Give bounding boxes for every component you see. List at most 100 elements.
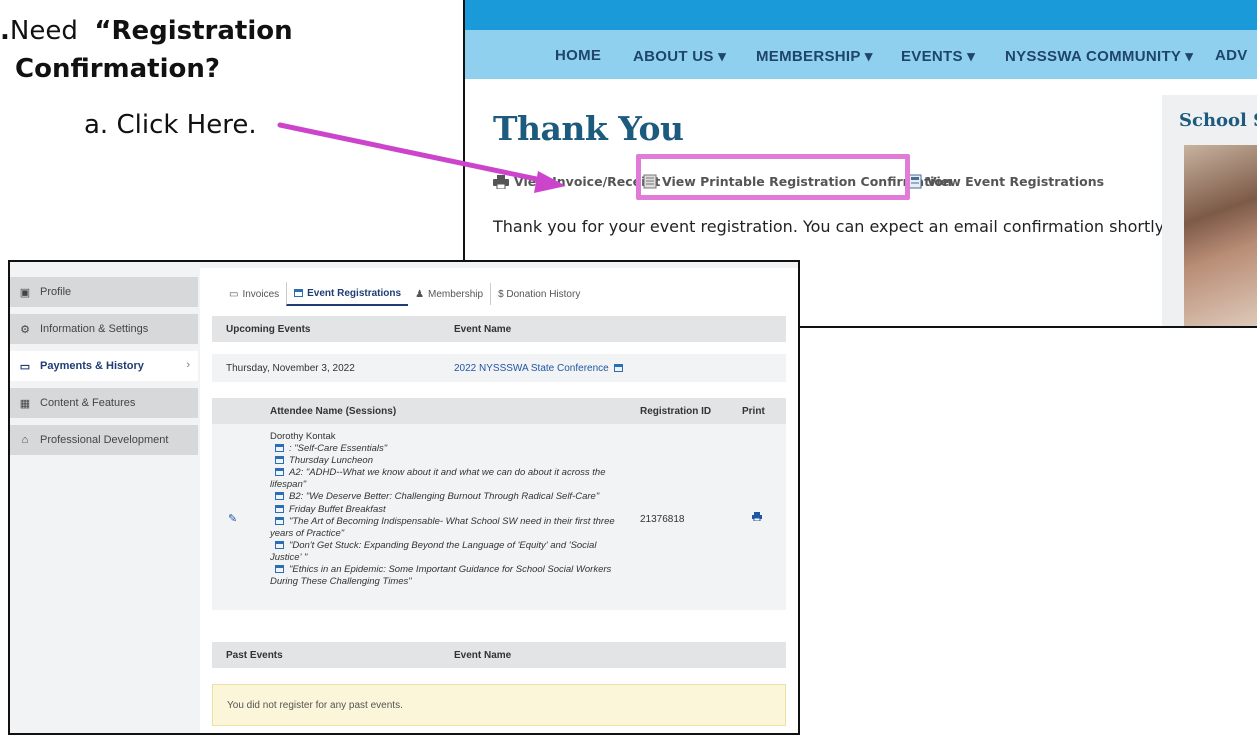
session-label: B2: "We Deserve Better: Challenging Burn… <box>289 491 600 503</box>
past-events-header: Past Events Event Name <box>212 642 786 668</box>
highlight-box <box>636 154 910 200</box>
top-band <box>465 0 1257 30</box>
money-icon: ▭ <box>19 360 31 373</box>
nav-advocacy[interactable]: ADV <box>1215 47 1248 64</box>
graduation-cap-icon: ⌂ <box>21 434 29 446</box>
calendar-icon <box>275 468 284 477</box>
calendar-icon <box>275 444 284 453</box>
calendar-icon <box>275 565 284 574</box>
upcoming-events-col: Upcoming Events <box>226 324 311 335</box>
page-title: Thank You <box>493 109 684 148</box>
edit-pencil-icon[interactable]: ✎ <box>228 512 237 525</box>
session-label: A2: "ADHD--What we know about it and wha… <box>270 467 606 491</box>
bullet-dot: . <box>0 16 10 46</box>
session-label: Friday Buffet Breakfast <box>289 503 386 515</box>
attendee-name: Dorothy Kontak <box>270 431 336 442</box>
print-col: Print <box>742 406 765 417</box>
tab-donation-history[interactable]: $ Donation History <box>490 283 587 305</box>
sidebar-item-profile[interactable]: ▣ Profile <box>10 277 198 307</box>
instruction-line-2: Confirmation? <box>15 54 220 84</box>
session-item: "The Art of Becoming Indispensable- What… <box>270 516 620 540</box>
attendee-name-col: Attendee Name (Sessions) <box>270 406 397 417</box>
event-name-col: Event Name <box>454 324 512 335</box>
sidebar-title: School S <box>1179 110 1257 131</box>
calendar-icon <box>275 456 284 465</box>
calendar-icon <box>275 492 284 501</box>
nav-community[interactable]: NYSSSWA COMMUNITY ▾ <box>1005 47 1193 65</box>
nav-events[interactable]: EVENTS ▾ <box>901 47 975 65</box>
session-label: "Ethics in an Epidemic: Some Important G… <box>270 564 612 588</box>
printer-icon <box>493 174 509 189</box>
invoice-icon: ▭ <box>229 288 239 300</box>
upcoming-events-header: Upcoming Events Event Name <box>212 316 786 342</box>
calendar-icon <box>294 289 304 297</box>
account-sidebar: ▣ Profile ⚙ Information & Settings ▭ Pay… <box>10 277 198 462</box>
gears-icon: ⚙ <box>20 323 30 336</box>
sidebar-item-information-settings[interactable]: ⚙ Information & Settings <box>10 314 198 344</box>
registration-icon <box>908 174 922 189</box>
session-item: A2: "ADHD--What we know about it and wha… <box>270 467 620 491</box>
instruction-line-1: .Need “Registration <box>0 16 293 46</box>
sidebar-item-professional-development[interactable]: ⌂ Professional Development <box>10 425 198 455</box>
sidebar-item-label: Content & Features <box>40 397 136 409</box>
tab-membership[interactable]: ♟ Membership <box>408 283 490 305</box>
tab-label: Membership <box>428 288 484 300</box>
chevron-right-icon: › <box>186 359 190 371</box>
view-event-registrations-link[interactable]: View Event Registrations <box>908 174 1104 189</box>
session-label: "The Art of Becoming Indispensable- What… <box>270 515 615 539</box>
instruction-prefix: Need <box>9 16 78 46</box>
session-label: "Don't Get Stuck: Expanding Beyond the L… <box>270 539 597 563</box>
account-tabs: ▭ Invoices Event Registrations ♟ Members… <box>222 282 587 306</box>
session-item: "Ethics in an Epidemic: Some Important G… <box>270 564 620 588</box>
user-icon: ♟ <box>415 288 425 300</box>
print-icon[interactable] <box>752 512 762 524</box>
tab-label: $ Donation History <box>498 288 581 300</box>
event-date: Thursday, November 3, 2022 <box>226 363 355 374</box>
attendee-row: ✎ Dorothy Kontak : "Self-Care Essentials… <box>212 424 786 610</box>
calendar-icon <box>275 516 284 525</box>
session-label: : "Self-Care Essentials" <box>289 443 388 455</box>
profile-icon: ▣ <box>19 286 31 299</box>
sidebar-item-content-features[interactable]: ▦ Content & Features <box>10 388 198 418</box>
thank-you-message: Thank you for your event registration. Y… <box>493 217 1167 236</box>
instruction-bold: “Registration <box>94 16 293 46</box>
no-past-events-message: You did not register for any past events… <box>227 700 403 711</box>
site-sidebar: School S <box>1162 95 1257 326</box>
account-panel: ▣ Profile ⚙ Information & Settings ▭ Pay… <box>8 260 800 735</box>
calendar-icon <box>275 504 284 513</box>
session-item: : "Self-Care Essentials" <box>270 443 620 455</box>
main-nav: HOME ABOUT US ▾ MEMBERSHIP ▾ EVENTS ▾ NY… <box>465 30 1257 79</box>
nav-membership[interactable]: MEMBERSHIP ▾ <box>756 47 873 65</box>
tab-label: Invoices <box>242 288 280 300</box>
nav-about-us[interactable]: ABOUT US ▾ <box>633 47 726 65</box>
nav-home[interactable]: HOME <box>555 47 601 64</box>
attendee-table-header: Attendee Name (Sessions) Registration ID… <box>212 398 786 424</box>
account-content: ▭ Invoices Event Registrations ♟ Members… <box>200 268 798 733</box>
session-item: Friday Buffet Breakfast <box>270 504 620 516</box>
tab-label: Event Registrations <box>307 287 402 299</box>
calendar-icon <box>275 540 284 549</box>
sidebar-item-label: Payments & History <box>40 360 144 372</box>
past-events-col: Past Events <box>226 650 283 661</box>
session-item: B2: "We Deserve Better: Challenging Burn… <box>270 491 620 503</box>
event-name-label: 2022 NYSSSWA State Conference <box>454 363 609 374</box>
session-item: Thursday Luncheon <box>270 455 620 467</box>
past-event-name-col: Event Name <box>454 650 512 661</box>
session-item: "Don't Get Stuck: Expanding Beyond the L… <box>270 540 620 564</box>
upcoming-event-row: Thursday, November 3, 2022 2022 NYSSSWA … <box>212 354 786 382</box>
tab-event-registrations[interactable]: Event Registrations <box>286 282 409 306</box>
table-icon: ▦ <box>19 397 31 410</box>
event-name-link[interactable]: 2022 NYSSSWA State Conference <box>454 363 628 374</box>
tab-invoices[interactable]: ▭ Invoices <box>222 283 286 305</box>
view-event-registrations-label: View Event Registrations <box>927 174 1105 189</box>
sidebar-item-payments-history[interactable]: ▭ Payments & History › <box>10 351 198 381</box>
sidebar-item-label: Information & Settings <box>40 323 149 335</box>
calendar-icon <box>613 364 623 372</box>
registration-id: 21376818 <box>640 514 685 525</box>
session-label: Thursday Luncheon <box>289 455 373 467</box>
attendee-sessions: Dorothy Kontak : "Self-Care Essentials" … <box>270 431 620 588</box>
sidebar-item-label: Profile <box>40 286 72 298</box>
no-past-events-alert: You did not register for any past events… <box>212 684 786 726</box>
instruction-line-3: a. Click Here. <box>84 110 257 140</box>
sidebar-photo <box>1184 145 1257 326</box>
